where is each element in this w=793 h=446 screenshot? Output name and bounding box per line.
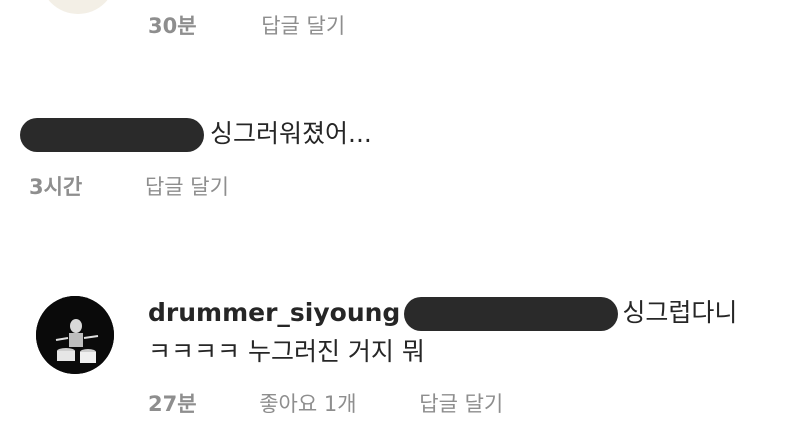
- comment-meta: 27분 좋아요 1개 답글 달기: [148, 388, 503, 418]
- comment-timestamp: 27분: [148, 392, 197, 416]
- comment-text-line2: ㅋㅋㅋㅋ 누그러진 거지 뭐: [148, 337, 425, 366]
- reply-button[interactable]: 답글 달기: [419, 392, 503, 416]
- comment-timestamp: 30분: [148, 14, 197, 38]
- comment-body: 싱그러워졌어...: [20, 117, 372, 152]
- comment-meta: 3시간 답글 달기: [29, 171, 229, 201]
- redacted-mention: [404, 297, 619, 331]
- reply-button[interactable]: 답글 달기: [145, 175, 229, 199]
- comment-text: 싱그럽다니: [622, 298, 738, 327]
- comment-meta: 30분 답글 달기: [148, 10, 345, 40]
- reply-button[interactable]: 답글 달기: [261, 14, 345, 38]
- comment-thread: 30분 답글 달기 싱그러워졌어... 3시간 답글 달기 drummer_si…: [0, 0, 793, 446]
- comment-timestamp: 3시간: [29, 175, 83, 199]
- likes-count[interactable]: 좋아요 1개: [259, 392, 356, 416]
- drummer-avatar-icon: [36, 296, 114, 374]
- redacted-username: [20, 118, 204, 152]
- comment-username[interactable]: drummer_siyoung: [148, 298, 400, 327]
- comment-text: 싱그러워졌어...: [210, 119, 372, 148]
- avatar[interactable]: [36, 296, 114, 374]
- avatar[interactable]: [40, 0, 116, 14]
- comment-body: drummer_siyoung 싱그럽다니: [148, 296, 737, 331]
